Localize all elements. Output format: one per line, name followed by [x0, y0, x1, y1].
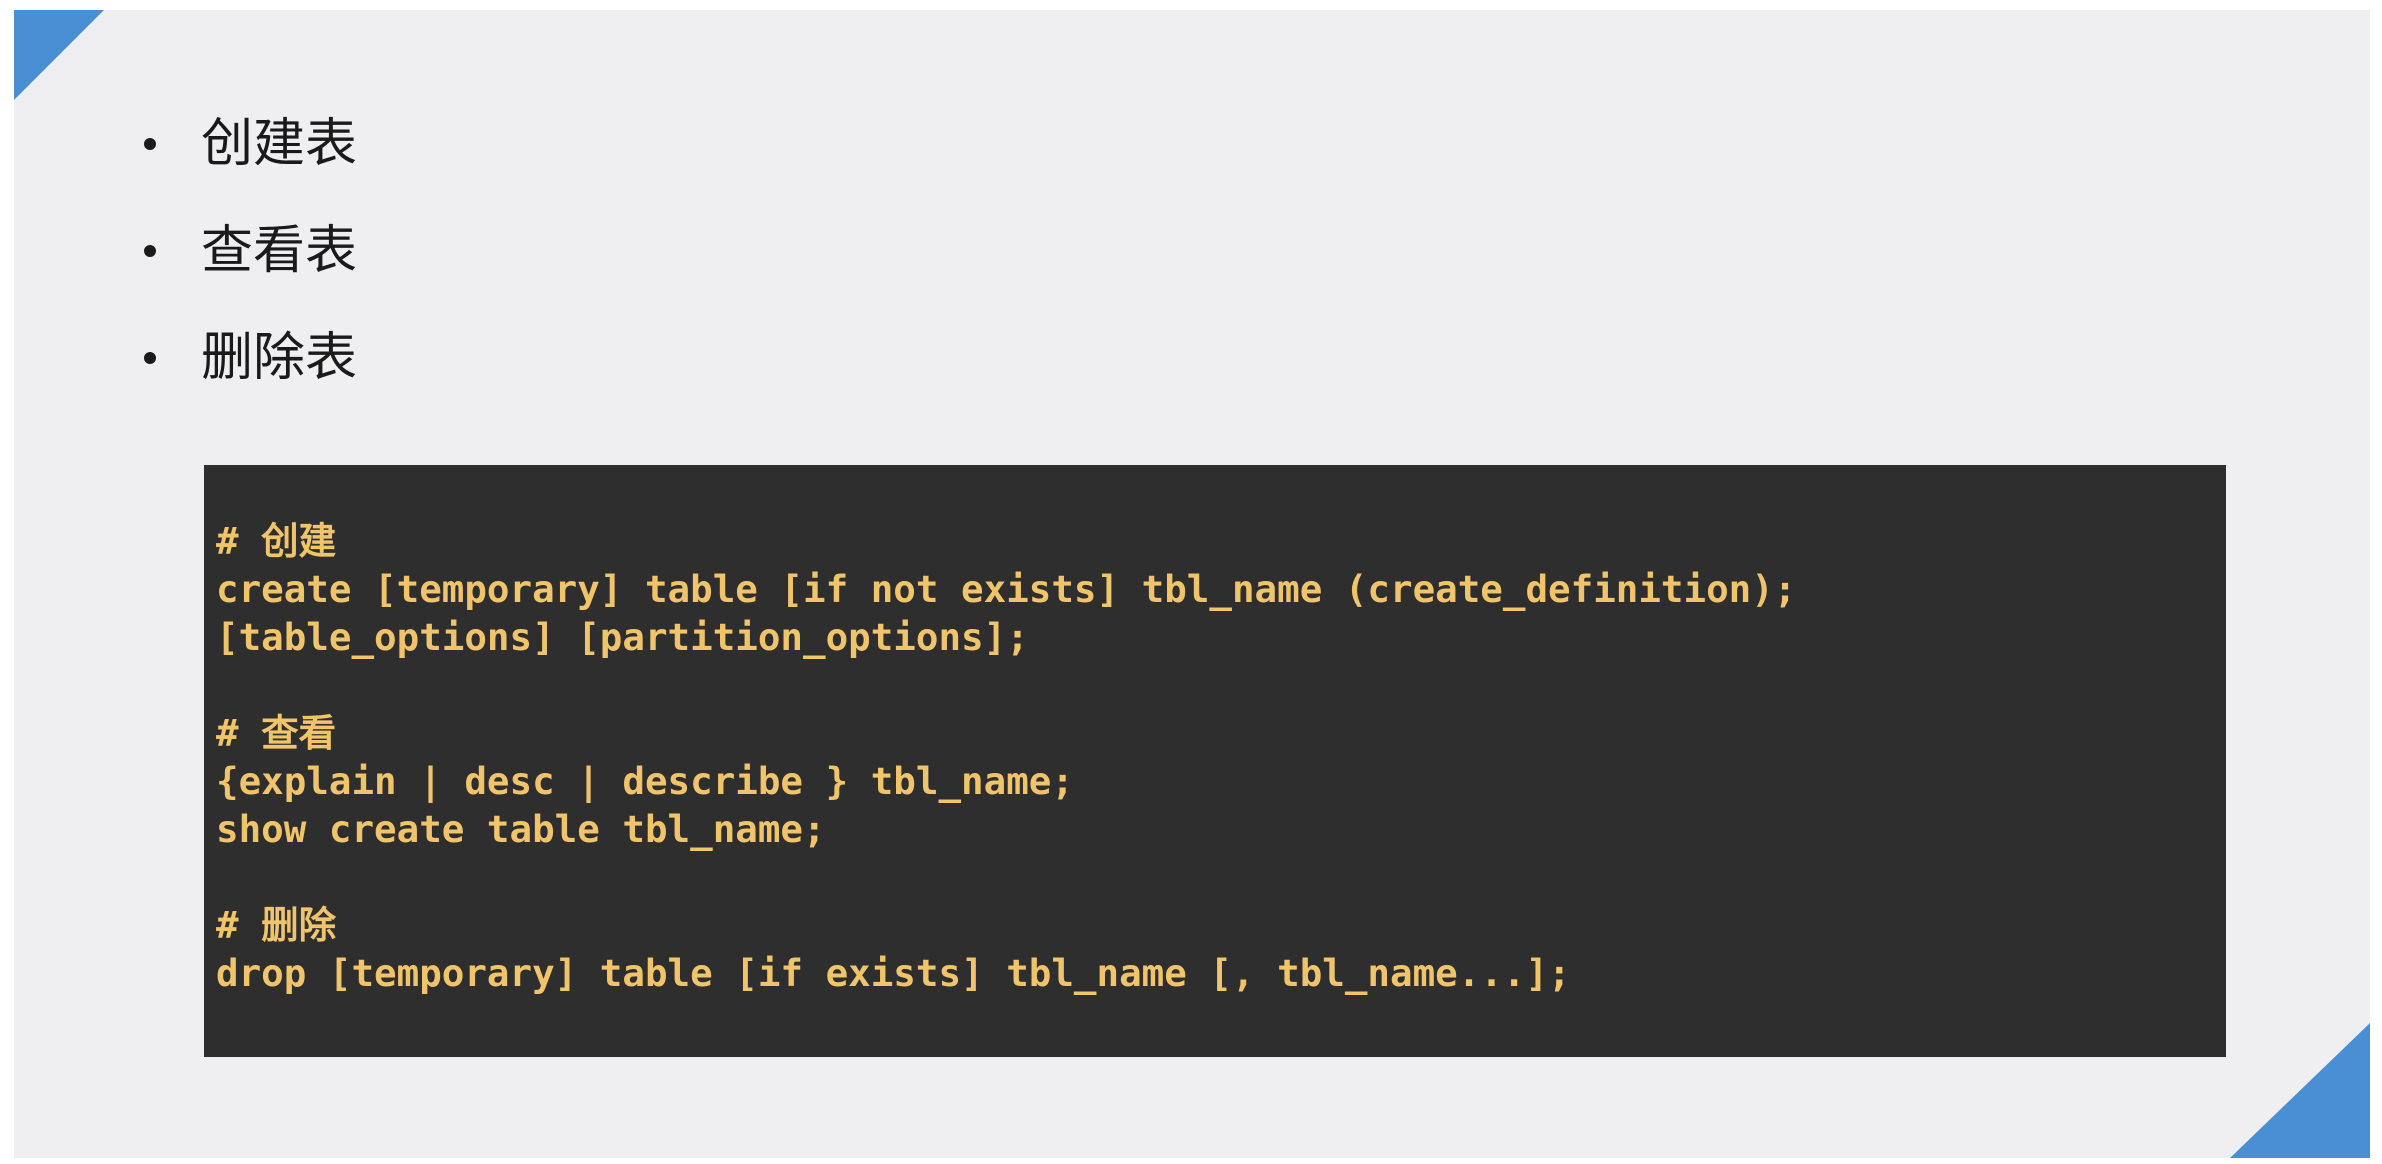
bullet-dot-icon	[144, 137, 156, 150]
code-block: # 创建 create [temporary] table [if not ex…	[204, 465, 2226, 1057]
code-line-describe: {explain | desc | describe } tbl_name;	[216, 759, 1074, 803]
bullet-label: 创建表	[201, 113, 358, 174]
code-comment-create: # 创建	[216, 519, 337, 563]
bullet-list: 创建表 查看表 删除表	[144, 90, 357, 411]
code-line-show-create: show create table tbl_name;	[216, 807, 826, 851]
bullet-item-create-table: 创建表	[144, 90, 357, 197]
code-line-create: create [temporary] table [if not exists]…	[216, 567, 1797, 611]
bullet-dot-icon	[144, 351, 156, 364]
bullet-label: 查看表	[201, 220, 358, 281]
corner-decoration-top-left	[14, 10, 104, 100]
code-comment-view: # 查看	[216, 711, 337, 755]
corner-decoration-bottom-right	[2230, 1023, 2370, 1158]
code-line-options: [table_options] [partition_options];	[216, 615, 1029, 659]
bullet-label: 删除表	[201, 327, 358, 388]
bullet-item-drop-table: 删除表	[144, 304, 357, 411]
bullet-dot-icon	[144, 244, 156, 257]
code-line-drop: drop [temporary] table [if exists] tbl_n…	[216, 951, 1571, 995]
slide: 创建表 查看表 删除表 # 创建 create [temporary] tabl…	[14, 10, 2370, 1158]
bullet-item-view-table: 查看表	[144, 197, 357, 304]
code-comment-drop: # 删除	[216, 903, 337, 947]
